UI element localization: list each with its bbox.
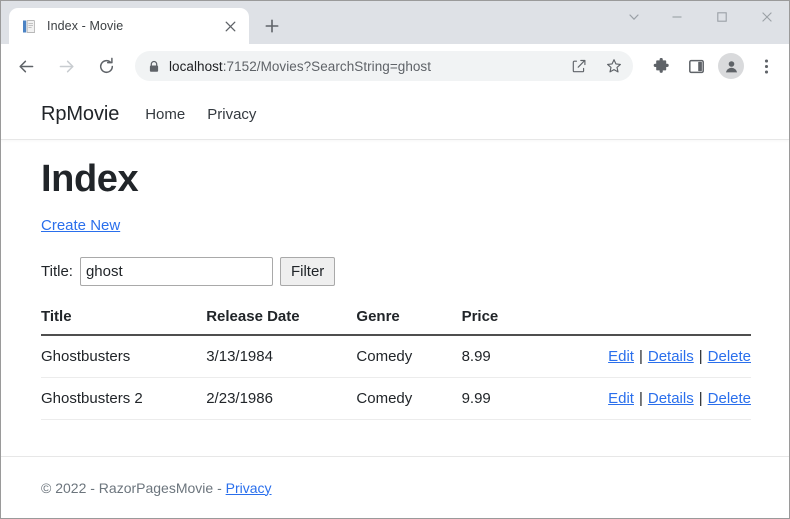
- table-row: Ghostbusters 2 2/23/1986 Comedy 9.99 Edi…: [41, 377, 751, 420]
- cell-genre: Comedy: [356, 377, 462, 420]
- browser-toolbar: localhost:7152/Movies?SearchString=ghost: [1, 44, 789, 88]
- avatar: [718, 53, 744, 79]
- chevron-down-icon[interactable]: [614, 1, 654, 33]
- nav-link-home[interactable]: Home: [145, 106, 185, 123]
- page-viewport: RpMovie Home Privacy Index Create New Ti…: [1, 88, 789, 518]
- column-header-actions: [536, 307, 751, 336]
- action-separator: |: [698, 389, 703, 407]
- nav-link-privacy[interactable]: Privacy: [207, 106, 256, 123]
- back-icon[interactable]: [11, 51, 41, 81]
- window-close-icon[interactable]: [744, 1, 789, 33]
- action-separator: |: [698, 347, 703, 365]
- details-link[interactable]: Details: [648, 348, 694, 365]
- browser-tab[interactable]: Index - Movie: [9, 8, 249, 44]
- delete-link[interactable]: Delete: [708, 348, 751, 365]
- nav-links: Home Privacy: [145, 106, 256, 123]
- filter-label: Title:: [41, 262, 73, 280]
- cell-actions: Edit | Details | Delete: [536, 334, 751, 378]
- site-navbar: RpMovie Home Privacy: [1, 89, 789, 140]
- new-tab-button[interactable]: [257, 11, 287, 41]
- column-header-price: Price: [461, 307, 537, 336]
- cell-price: 9.99: [461, 377, 537, 420]
- site-brand[interactable]: RpMovie: [41, 103, 119, 126]
- cell-price: 8.99: [461, 334, 537, 378]
- url-text: localhost:7152/Movies?SearchString=ghost: [169, 59, 557, 74]
- row-actions: Edit | Details | Delete: [608, 390, 751, 407]
- footer-text: © 2022 - RazorPagesMovie - Privacy: [41, 480, 272, 496]
- cell-release-date: 2/23/1986: [206, 377, 357, 420]
- tab-strip: Index - Movie: [1, 1, 789, 44]
- filter-form: Title: Filter: [41, 256, 749, 286]
- reload-icon[interactable]: [91, 51, 121, 81]
- tab-title: Index - Movie: [47, 19, 124, 33]
- site-footer: © 2022 - RazorPagesMovie - Privacy: [1, 456, 789, 518]
- action-separator: |: [638, 347, 643, 365]
- side-panel-icon[interactable]: [681, 51, 711, 81]
- footer-privacy-link[interactable]: Privacy: [226, 480, 272, 496]
- share-icon[interactable]: [566, 53, 592, 79]
- cell-actions: Edit | Details | Delete: [536, 377, 751, 420]
- lock-icon: [148, 60, 160, 73]
- address-bar[interactable]: localhost:7152/Movies?SearchString=ghost: [135, 51, 633, 81]
- table-header: Title Release Date Genre Price: [41, 307, 751, 336]
- edit-link[interactable]: Edit: [608, 348, 634, 365]
- action-separator: |: [638, 389, 643, 407]
- footer-copyright: © 2022 - RazorPagesMovie -: [41, 479, 226, 496]
- edit-link[interactable]: Edit: [608, 390, 634, 407]
- close-icon[interactable]: [221, 17, 239, 35]
- cell-title: Ghostbusters 2: [41, 377, 207, 420]
- delete-link[interactable]: Delete: [708, 390, 751, 407]
- profile-avatar[interactable]: [716, 51, 746, 81]
- forward-icon: [51, 51, 81, 81]
- minimize-icon[interactable]: [654, 1, 699, 33]
- table-header-row: Title Release Date Genre Price: [41, 307, 751, 336]
- column-header-genre: Genre: [356, 307, 462, 336]
- movies-table: Title Release Date Genre Price Ghostbust…: [41, 307, 751, 420]
- cell-release-date: 3/13/1984: [206, 334, 357, 378]
- page-title: Index: [41, 158, 139, 200]
- details-link[interactable]: Details: [648, 390, 694, 407]
- url-host: localhost: [169, 58, 223, 74]
- create-new-link[interactable]: Create New: [41, 217, 120, 234]
- document-favicon: [21, 18, 38, 35]
- cell-title: Ghostbusters: [41, 334, 207, 378]
- window-controls: [614, 1, 789, 33]
- column-header-release-date: Release Date: [206, 307, 357, 336]
- url-path: :7152/Movies?SearchString=ghost: [222, 58, 432, 74]
- page-body: Index Create New Title: Filter Title Rel…: [1, 140, 789, 518]
- row-actions: Edit | Details | Delete: [608, 348, 751, 365]
- maximize-icon[interactable]: [699, 1, 744, 33]
- search-input[interactable]: [79, 256, 273, 286]
- table-body: Ghostbusters 3/13/1984 Comedy 8.99 Edit …: [41, 334, 751, 420]
- table-row: Ghostbusters 3/13/1984 Comedy 8.99 Edit …: [41, 334, 751, 378]
- bookmark-star-icon[interactable]: [601, 53, 627, 79]
- cell-genre: Comedy: [356, 334, 462, 378]
- extensions-puzzle-icon[interactable]: [646, 51, 676, 81]
- chrome-menu-icon[interactable]: [751, 51, 781, 81]
- browser-window: Index - Movie localhost:7152/Movies?Sear…: [0, 0, 790, 519]
- filter-button[interactable]: Filter: [279, 256, 336, 286]
- column-header-title: Title: [41, 307, 207, 336]
